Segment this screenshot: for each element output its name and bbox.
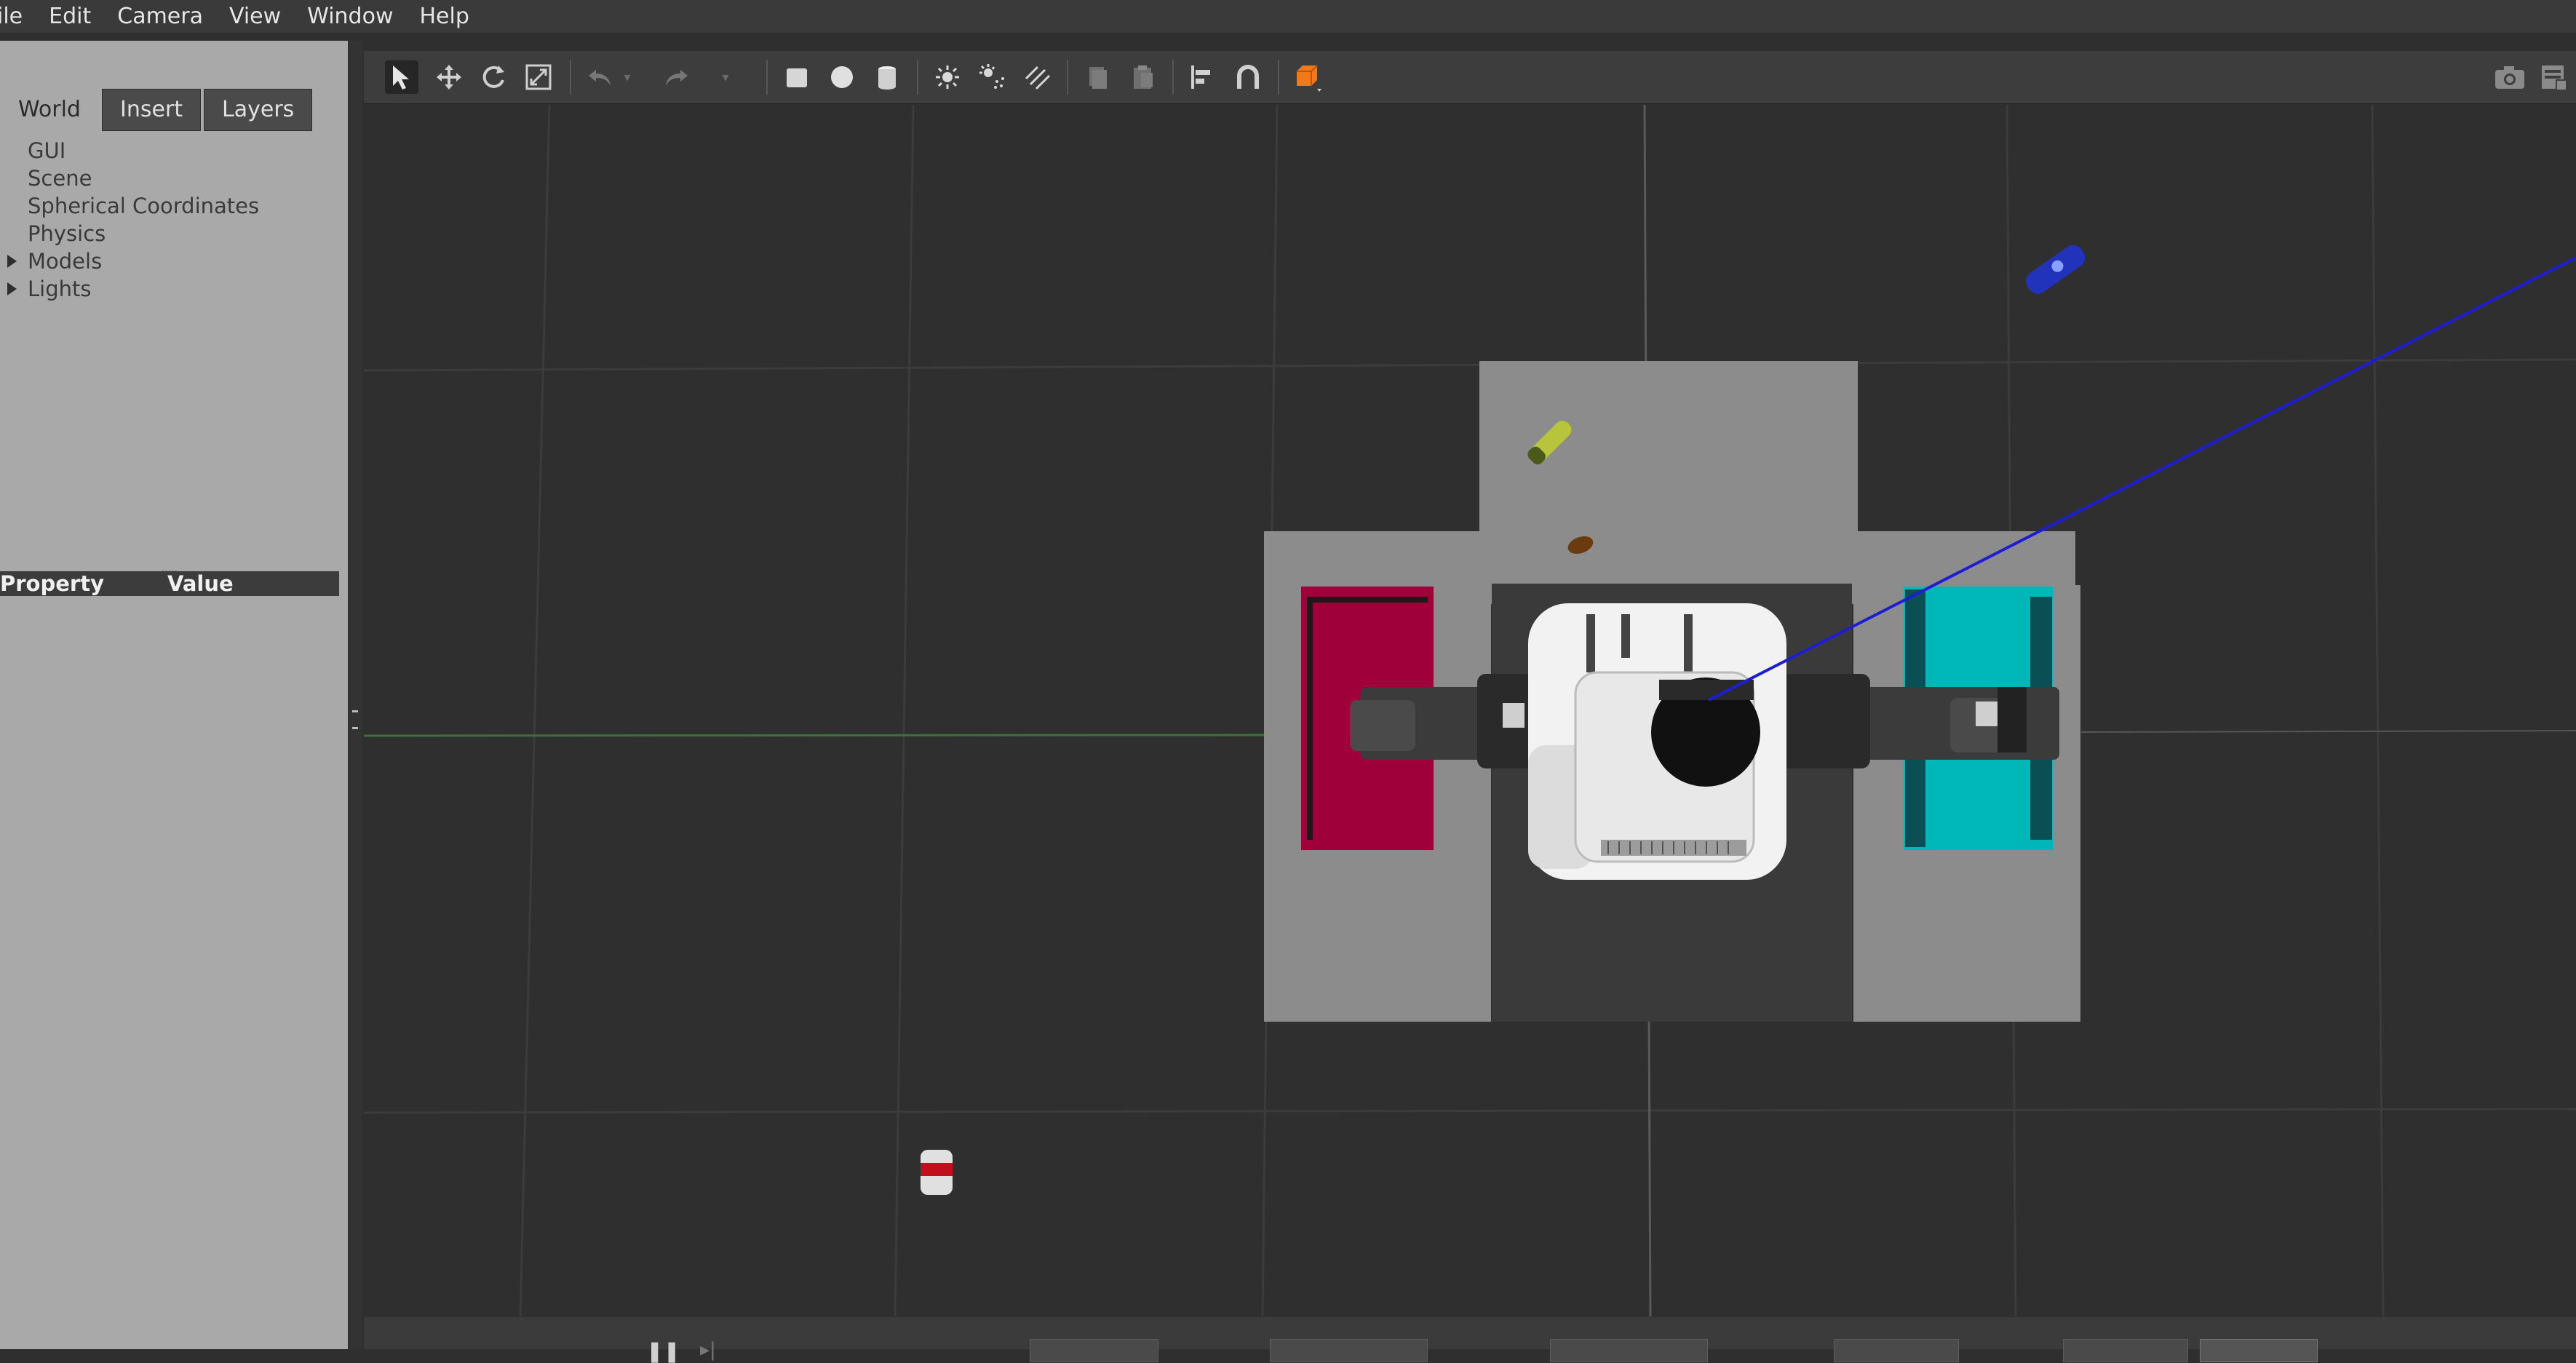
- redo-dropdown-icon[interactable]: ▾: [718, 60, 733, 94]
- menu-view[interactable]: View: [229, 4, 281, 29]
- undo-dropdown-icon[interactable]: ▾: [620, 60, 635, 94]
- y-axis-line: [2080, 730, 2576, 733]
- property-table-header: Property Value: [0, 571, 339, 596]
- view-angle-icon[interactable]: [1292, 60, 1325, 94]
- menu-camera[interactable]: Camera: [117, 4, 203, 29]
- menu-window[interactable]: Window: [307, 4, 393, 29]
- scene-render[interactable]: [364, 105, 2576, 1316]
- toolbar-separator: [766, 60, 768, 95]
- soda-can: [921, 1150, 953, 1195]
- fps-field: [2063, 1339, 2188, 1362]
- tab-layers[interactable]: Layers: [204, 89, 313, 131]
- toolbar-separator: [1172, 60, 1174, 95]
- iterations-field: [1834, 1339, 1959, 1362]
- splitter-handle-icon: [352, 710, 358, 729]
- world-panel: World Insert Layers GUI Scene Spherical Co…: [0, 41, 348, 1349]
- redo-icon[interactable]: [659, 60, 693, 94]
- tree-item-physics[interactable]: Physics: [0, 220, 342, 247]
- translate-icon[interactable]: [432, 60, 466, 94]
- menu-edit[interactable]: Edit: [49, 4, 91, 29]
- tree-item-label: Physics: [28, 221, 106, 246]
- reset-time-button[interactable]: [2200, 1339, 2318, 1362]
- point-light-icon[interactable]: [931, 60, 964, 94]
- blue-object: [2025, 245, 2085, 294]
- scale-icon[interactable]: [522, 60, 555, 94]
- rotate-icon[interactable]: [477, 60, 510, 94]
- toolbar-separator: [1067, 60, 1068, 95]
- x-axis-line: [364, 734, 1267, 737]
- toolbar-separator: [1278, 60, 1279, 95]
- status-bar: ❚❚ ▸|: [364, 1317, 2576, 1363]
- paste-icon[interactable]: [1126, 60, 1159, 94]
- expand-arrow-icon[interactable]: [7, 282, 17, 295]
- panel-splitter[interactable]: [348, 41, 362, 1349]
- align-icon[interactable]: [1186, 60, 1220, 94]
- sphere-shape-icon[interactable]: [825, 60, 859, 94]
- tab-insert[interactable]: Insert: [101, 89, 202, 131]
- magnet-snap-icon[interactable]: [1231, 60, 1265, 94]
- tree-item-label: Spherical Coordinates: [28, 194, 260, 218]
- expand-arrow-icon[interactable]: [7, 255, 17, 268]
- toolbar-separator: [917, 60, 918, 95]
- box-shape-icon[interactable]: [780, 60, 814, 94]
- undo-icon[interactable]: [584, 60, 617, 94]
- copy-icon[interactable]: [1081, 60, 1114, 94]
- world-tree: GUI Scene Spherical Coordinates Physics Mode…: [0, 137, 342, 303]
- select-arrow-icon[interactable]: [385, 60, 418, 94]
- tree-item-label: GUI: [28, 138, 66, 163]
- step-icon[interactable]: ▸|: [700, 1339, 716, 1361]
- tree-item-gui[interactable]: GUI: [0, 137, 342, 164]
- tree-item-label: Scene: [28, 166, 92, 191]
- scene-viewport[interactable]: [364, 105, 2576, 1316]
- tree-item-label: Lights: [28, 277, 92, 301]
- screenshot-camera-icon[interactable]: [2493, 60, 2527, 94]
- tree-item-lights[interactable]: Lights: [0, 275, 342, 303]
- tree-item-label: Models: [28, 249, 103, 274]
- menu-help[interactable]: Help: [419, 4, 469, 29]
- directional-light-icon[interactable]: [1021, 60, 1054, 94]
- log-icon[interactable]: [2537, 60, 2570, 94]
- toolbar: ▾ ▾: [364, 51, 2576, 104]
- tree-item-spherical-coordinates[interactable]: Spherical Coordinates: [0, 192, 342, 220]
- real-time-factor-field: [1030, 1339, 1158, 1362]
- property-column-header: Property: [0, 571, 104, 596]
- toolbar-separator: [570, 60, 571, 95]
- panel-tabs: World Insert Layers: [0, 89, 315, 131]
- menu-bar: ile Edit Camera View Window Help: [0, 0, 2576, 33]
- value-column-header: Value: [167, 571, 234, 596]
- spot-light-icon[interactable]: [976, 60, 1009, 94]
- pause-icon[interactable]: ❚❚: [646, 1339, 680, 1363]
- tree-item-scene[interactable]: Scene: [0, 164, 342, 192]
- cylinder-shape-icon[interactable]: [870, 60, 904, 94]
- sim-time-field: [1270, 1339, 1428, 1362]
- menu-ile[interactable]: ile: [0, 4, 23, 29]
- tree-item-models[interactable]: Models: [0, 247, 342, 275]
- real-time-field: [1550, 1339, 1708, 1362]
- tab-world[interactable]: World: [0, 89, 99, 131]
